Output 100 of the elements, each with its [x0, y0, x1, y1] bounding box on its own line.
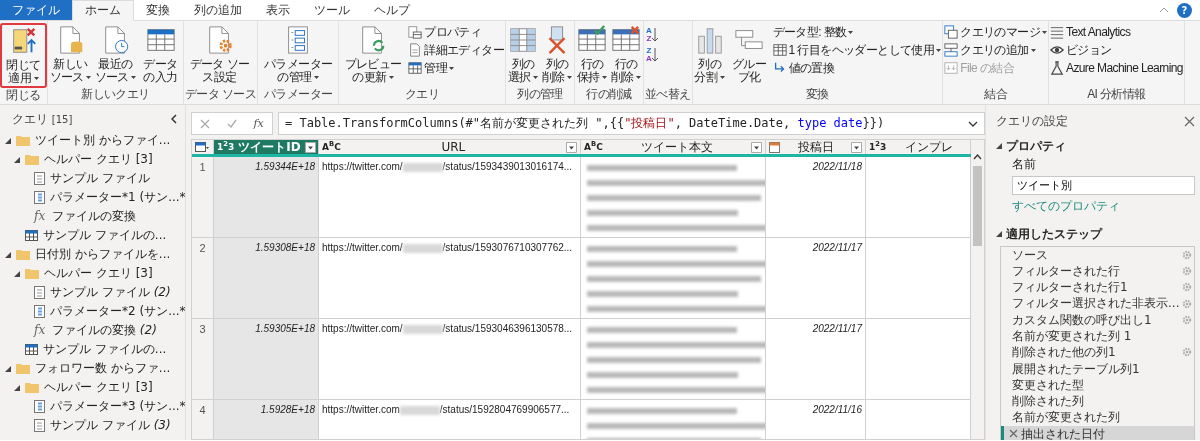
applied-step[interactable]: 展開されたテーブル列1 — [1001, 360, 1194, 377]
scroll-up-button[interactable] — [973, 154, 982, 160]
query-tree-item[interactable]: ヘルパー クエリ [3] — [0, 264, 185, 283]
column-header[interactable]: A$^{B}$C ツイート本文 — [581, 140, 766, 155]
query-tree-item[interactable]: サンプル ファイル (3) — [0, 416, 185, 435]
caret-icon — [848, 30, 854, 34]
sort-button[interactable]: Z A — [643, 47, 660, 63]
row-number: 1 — [192, 157, 214, 238]
chevron-left-icon — [171, 114, 177, 124]
ribbon-button[interactable]: 新しいソース — [48, 23, 93, 86]
query-tree-item[interactable]: fx ファイルの変換 — [0, 207, 185, 226]
caret-icon — [1042, 30, 1047, 34]
table-menu-button[interactable] — [192, 140, 214, 155]
ribbon-tab[interactable]: ツール — [302, 0, 362, 20]
column-header[interactable]: 1$^{2}$3 ツイートID — [214, 140, 319, 155]
close-icon — [1184, 115, 1195, 127]
query-tree-item[interactable]: ヘルパー クエリ [3] — [0, 150, 185, 169]
applied-step[interactable]: ソース — [1001, 246, 1194, 263]
scrollbar-thumb[interactable] — [973, 166, 982, 246]
folder-icon — [16, 363, 30, 374]
ribbon-button[interactable]: クエリの追加 — [943, 41, 1048, 59]
caret-icon — [131, 76, 137, 80]
query-tree-item[interactable]: ツイート別 からファイ... — [0, 131, 185, 150]
ribbon-button[interactable]: クエリのマージ — [943, 23, 1048, 41]
ribbon-button[interactable]: 1 行目をヘッダーとして使用 — [771, 41, 943, 59]
arrow-down-icon — [651, 48, 658, 62]
group-label: 並べ替え — [643, 87, 692, 103]
query-tree-item[interactable]: パラメーター*3 (サン...* — [0, 397, 185, 416]
arrow-down-icon — [651, 28, 658, 42]
ribbon-button[interactable]: 行の保持 — [574, 23, 609, 86]
sort-button[interactable]: A Z — [643, 27, 660, 43]
applied-step[interactable]: フィルターされた行 — [1001, 262, 1194, 280]
ribbon-button[interactable]: 詳細エディター — [407, 41, 505, 59]
ribbon-button[interactable]: 最近のソース — [93, 23, 138, 86]
ribbon-button[interactable]: パラメーターの管理 — [258, 23, 339, 86]
expand-formula-button[interactable] — [968, 120, 978, 127]
applied-step[interactable]: 削除された列 — [1001, 393, 1194, 410]
ribbon-button[interactable]: Text Analytics — [1049, 23, 1184, 41]
ribbon-button[interactable]: Azure Machine Learning — [1049, 59, 1184, 77]
caret-icon — [936, 48, 942, 52]
folder-icon — [25, 382, 39, 393]
all-properties-link[interactable]: すべてのプロパティ — [1012, 198, 1120, 213]
ribbon-button[interactable]: 列の削除 — [539, 23, 574, 86]
ribbon-button[interactable]: データ ソース設定 — [184, 23, 255, 86]
dropdown-icon — [566, 141, 577, 153]
collapse-ribbon-button[interactable] — [1159, 7, 1169, 13]
applied-step[interactable]: 名前が変更された列 1 — [1001, 328, 1194, 345]
caret-icon — [33, 77, 39, 81]
ribbon-tab[interactable]: ホーム — [72, 0, 134, 21]
ribbon-button[interactable]: 管理 — [407, 59, 505, 77]
query-tree-item[interactable]: サンプル ファイルの... — [0, 340, 185, 359]
query-tree-item[interactable]: サンプル ファイル (2) — [0, 283, 185, 302]
query-tree-item[interactable]: パラメーター*1 (サン...* — [0, 188, 185, 207]
ribbon-button[interactable]: 値の置換 — [771, 59, 943, 77]
collapse-button[interactable] — [171, 114, 177, 124]
document-icon — [34, 172, 45, 185]
ribbon-button[interactable]: ビジョン — [1049, 41, 1184, 59]
ribbon-button[interactable]: 列の分割 — [692, 23, 727, 86]
query-tree-item[interactable]: ヘルパー クエリ [3] — [0, 378, 185, 397]
ribbon-tab[interactable]: 列の追加 — [182, 0, 254, 20]
ribbon-button[interactable]: 行の削除 — [608, 23, 643, 86]
close-button[interactable] — [1184, 115, 1195, 127]
properties-icon — [408, 25, 423, 39]
ribbon-button[interactable]: グループ化 — [726, 23, 772, 86]
parameter-icon — [34, 191, 45, 204]
applied-step[interactable]: 抽出された日付 — [1001, 425, 1194, 440]
applied-step[interactable]: フィルターされた行1 — [1001, 279, 1194, 296]
applied-step[interactable]: 変更された型 — [1001, 376, 1194, 394]
ribbon-button[interactable]: データ型: 整数 — [771, 23, 943, 41]
query-tree-item[interactable]: フォロワー数 からファ... — [0, 359, 185, 378]
help-button[interactable]: ? — [1177, 2, 1192, 18]
query-tree-item[interactable]: サンプル ファイルの... — [0, 226, 185, 245]
ribbon-button[interactable]: プレビューの更新 — [339, 23, 408, 86]
column-header[interactable]: A$^{B}$C URL — [319, 140, 581, 155]
query-tree-item[interactable]: パラメーター*2 (サン...* — [0, 302, 185, 321]
table-icon — [25, 230, 38, 241]
table-icon — [195, 142, 209, 153]
ribbon-tab[interactable]: 変換 — [134, 0, 182, 20]
query-tree-item[interactable]: サンプル ファイル — [0, 169, 185, 188]
insert-function-button[interactable]: fx — [253, 116, 264, 131]
ribbon-button[interactable]: 列の選択 — [505, 23, 540, 86]
query-tree-item[interactable]: 日付別 からファイルを... — [0, 245, 185, 264]
ribbon-button[interactable]: データの入力 — [138, 23, 183, 86]
applied-step[interactable]: 名前が変更された列 — [1001, 409, 1194, 426]
ribbon-button[interactable]: プロパティ — [407, 23, 505, 41]
folder-icon — [16, 135, 30, 146]
column-header[interactable]: 投稿日 — [766, 140, 866, 155]
applied-step[interactable]: 削除された他の列1 — [1001, 344, 1194, 361]
query-tree-item[interactable]: fx ファイルの変換 (2) — [0, 321, 185, 340]
file-menu-button[interactable]: ファイル — [0, 0, 72, 20]
section-heading: プロパティ — [1006, 139, 1066, 154]
ribbon-tab[interactable]: ヘルプ — [362, 0, 422, 20]
function-icon: fx — [34, 323, 47, 338]
applied-step[interactable]: フィルター選択された非表示... — [1001, 295, 1194, 312]
close-icon — [200, 118, 211, 129]
name-field[interactable]: ツイート別 — [1012, 175, 1195, 195]
applied-step[interactable]: カスタム関数の呼び出し1 — [1001, 311, 1194, 329]
lines-icon — [1050, 25, 1064, 39]
ribbon-tab[interactable]: 表示 — [254, 0, 302, 20]
ribbon-button[interactable]: 閉じて適用 — [0, 23, 47, 88]
